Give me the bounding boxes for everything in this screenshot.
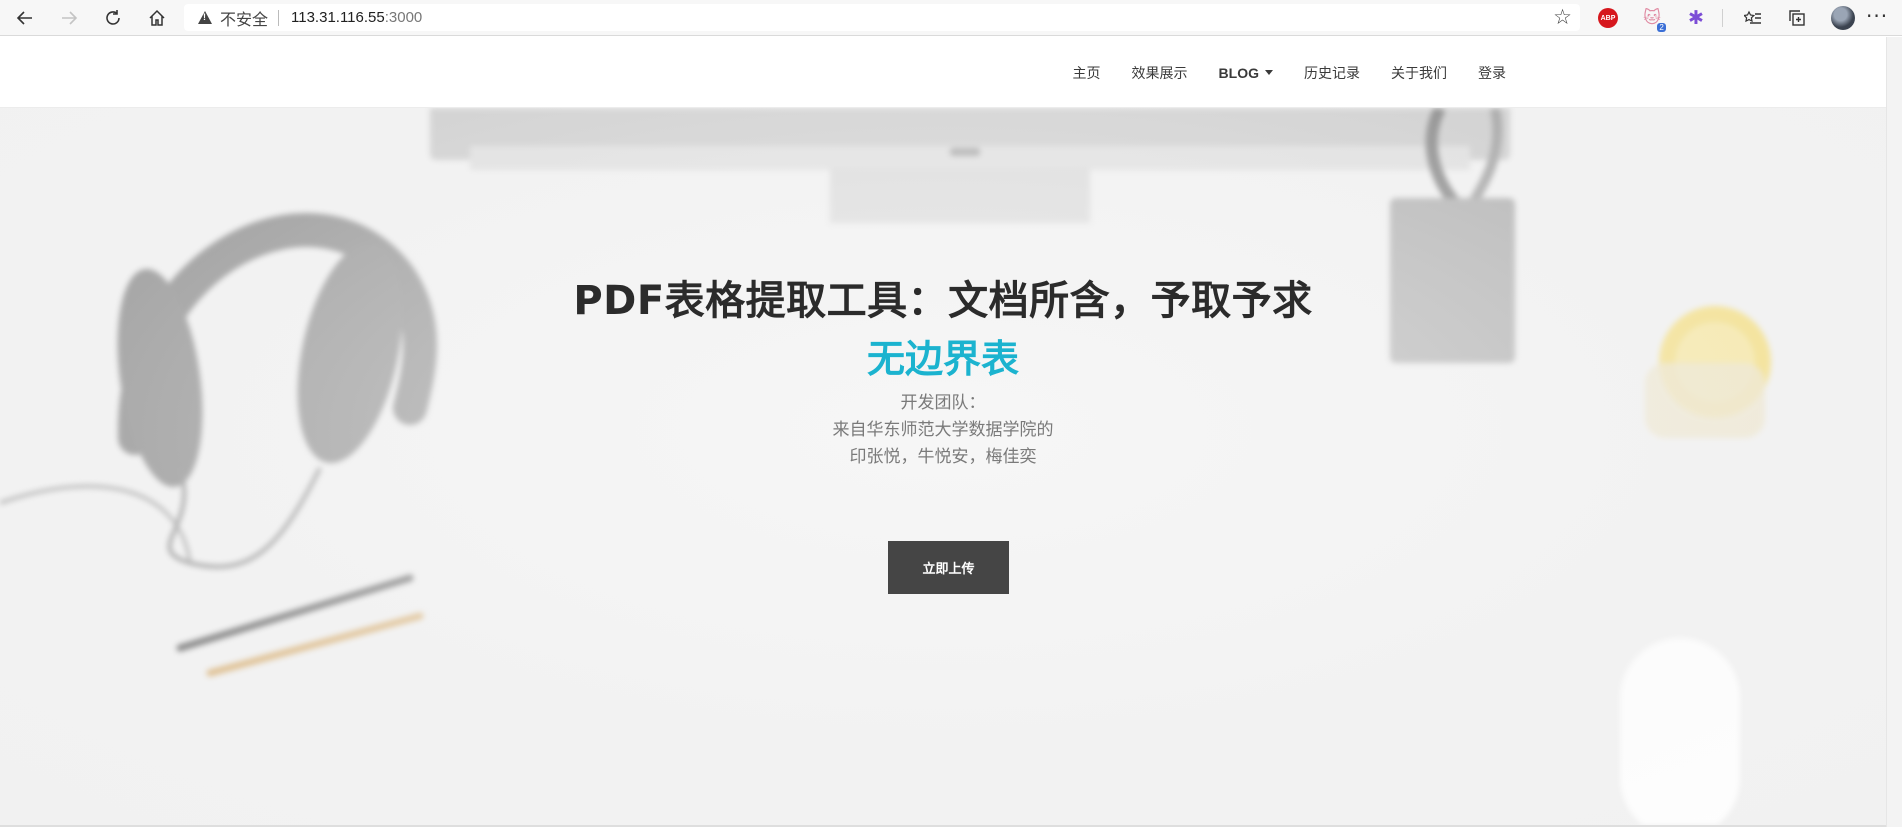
adblock-plus-icon[interactable]: ABP xyxy=(1596,6,1620,30)
url-host: 113.31.116.55 xyxy=(291,9,385,26)
nav-item-login[interactable]: 登录 xyxy=(1478,63,1506,83)
hero-section: PDF表格提取工具：文档所含，予取予求 无边界表 开发团队： 来自华东师范大学数… xyxy=(0,108,1886,825)
nav-blog-label: BLOG xyxy=(1218,64,1259,81)
profile-avatar-icon[interactable] xyxy=(1831,6,1855,30)
browser-toolbar: 不安全 113.31.116.55:3000 ☆ ABP 🐱2 ✱ ··· xyxy=(0,0,1902,36)
collections-icon[interactable] xyxy=(1784,6,1810,30)
cat-glyph: 🐱 2 xyxy=(1643,8,1666,32)
toolbar-divider xyxy=(1722,9,1723,27)
back-arrow-icon[interactable] xyxy=(10,4,40,32)
nav-item-home[interactable]: 主页 xyxy=(1073,63,1101,83)
url-text[interactable]: 113.31.116.55:3000 xyxy=(291,9,422,26)
forward-arrow-icon[interactable] xyxy=(54,4,84,32)
nav-item-history[interactable]: 历史记录 xyxy=(1304,63,1360,83)
hero-highlight: 无边界表 xyxy=(866,337,1019,381)
warning-icon xyxy=(198,11,212,24)
adblock-label: ABP xyxy=(1598,8,1618,28)
hero-description-line: 开发团队： xyxy=(900,393,986,413)
hero-description-line: 印张悦，牛悦安，梅佳奕 xyxy=(849,447,1037,467)
nav-item-about[interactable]: 关于我们 xyxy=(1391,63,1447,83)
address-bar[interactable]: 不安全 113.31.116.55:3000 ☆ xyxy=(184,4,1580,31)
hero-description-line: 来自华东师范大学数据学院的 xyxy=(832,420,1054,440)
address-divider xyxy=(278,9,280,26)
cat-extension-icon[interactable]: 🐱 2 xyxy=(1640,6,1666,32)
pinwheel-extension-icon[interactable]: ✱ xyxy=(1684,6,1708,30)
main-nav: 主页 效果展示 BLOG 历史记录 关于我们 登录 xyxy=(1073,37,1506,108)
nav-item-blog-dropdown[interactable]: BLOG xyxy=(1219,65,1273,81)
caret-down-icon xyxy=(1265,70,1273,75)
hero-title: PDF表格提取工具：文档所含，予取予求 xyxy=(573,278,1313,324)
more-options-icon[interactable]: ··· xyxy=(1866,4,1888,28)
upload-now-button[interactable]: 立即上传 xyxy=(888,541,1009,594)
page-scrollbar[interactable] xyxy=(1886,37,1902,827)
reload-icon[interactable] xyxy=(98,4,128,32)
site-header: 主页 效果展示 BLOG 历史记录 关于我们 登录 xyxy=(0,37,1902,108)
extension-badge: 2 xyxy=(1657,23,1666,32)
favorites-list-icon[interactable] xyxy=(1740,6,1766,30)
url-port: :3000 xyxy=(384,9,423,26)
security-label[interactable]: 不安全 xyxy=(220,6,268,30)
hero-description: 开发团队： 来自华东师范大学数据学院的 印张悦，牛悦安，梅佳奕 xyxy=(0,390,1886,471)
home-icon[interactable] xyxy=(142,4,172,32)
pinwheel-glyph: ✱ xyxy=(1688,7,1704,29)
nav-item-showcase[interactable]: 效果展示 xyxy=(1132,63,1188,83)
favorite-star-icon[interactable]: ☆ xyxy=(1553,5,1572,29)
